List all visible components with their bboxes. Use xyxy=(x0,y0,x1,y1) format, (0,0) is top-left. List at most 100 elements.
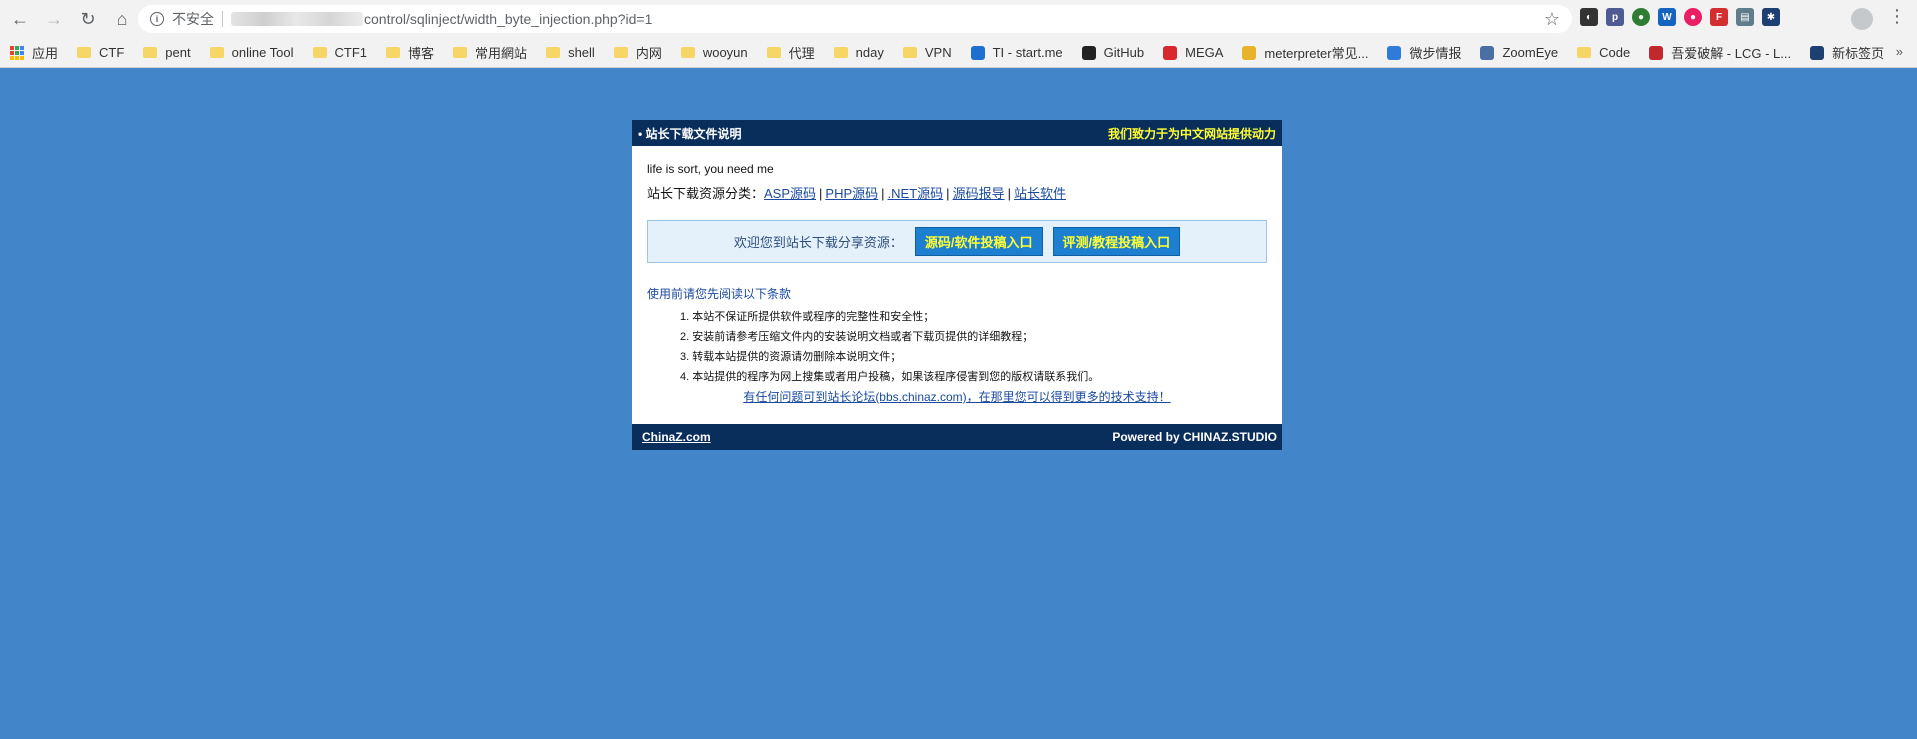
site-favicon-icon xyxy=(1649,45,1664,60)
bookmark-item[interactable]: 内网 xyxy=(613,43,662,62)
bookmark-label: meterpreter常见... xyxy=(1264,46,1369,61)
bookmark-item[interactable]: 吾爱破解 - LCG - L... xyxy=(1649,43,1791,62)
bookmark-item[interactable]: 应用 xyxy=(10,43,58,62)
back-icon[interactable]: ← xyxy=(6,5,34,33)
intro-text: life is sort, you need me xyxy=(647,162,774,176)
bookmark-item[interactable]: VPN xyxy=(902,45,952,60)
url-text[interactable]: control/sqlinject/width_byte_injection.p… xyxy=(364,11,652,27)
bookmark-label: online Tool xyxy=(231,45,294,60)
bookmark-label: 新标签页 xyxy=(1832,46,1885,61)
folder-icon xyxy=(386,47,401,58)
folder-icon xyxy=(546,47,561,58)
forward-icon[interactable]: → xyxy=(40,5,68,33)
bookmark-item[interactable]: 新标签页 xyxy=(1810,43,1884,62)
extension-mask-icon[interactable]: ◐ xyxy=(1580,8,1598,26)
category-link-asp[interactable]: ASP源码 xyxy=(764,186,816,201)
forum-link[interactable]: 有任何问题可到站长论坛(bbs.chinaz.com)，在那里您可以得到更多的技… xyxy=(743,390,1170,404)
reload-icon[interactable]: ↻ xyxy=(74,5,102,33)
submit-source-button[interactable]: 源码/软件投稿入口 xyxy=(914,227,1043,256)
bookmark-item[interactable]: Code xyxy=(1577,45,1630,60)
bookmark-label: 吾爱破解 - LCG - L... xyxy=(1671,46,1792,61)
bookmark-label: 常用網站 xyxy=(475,46,528,61)
extension-star-icon[interactable]: ✱ xyxy=(1762,8,1780,26)
extension-green-icon[interactable]: ● xyxy=(1632,8,1650,26)
address-bar[interactable]: i 不安全 control/sqlinject/width_byte_injec… xyxy=(138,5,1572,33)
bookmark-item[interactable]: CTF1 xyxy=(312,45,367,60)
category-link-software[interactable]: 站长软件 xyxy=(1014,186,1066,201)
site-favicon-icon xyxy=(1081,45,1096,60)
bookmark-item[interactable]: 微步情报 xyxy=(1387,43,1461,62)
site-favicon-icon xyxy=(1163,45,1178,60)
bookmark-item[interactable]: pent xyxy=(143,45,191,60)
site-favicon-icon xyxy=(1810,45,1825,60)
bookmark-item[interactable]: ZoomEye xyxy=(1480,45,1558,60)
browser-toolbar: ← → ↻ ⌂ i 不安全 control/sqlinject/width_by… xyxy=(0,0,1917,38)
panel-body: life is sort, you need me 站长下载资源分类：ASP源码… xyxy=(632,146,1282,405)
bookmark-item[interactable]: MEGA xyxy=(1163,45,1223,60)
panel-footer: ChinaZ.com Powered by CHINAZ.STUDIO xyxy=(632,424,1282,450)
extension-php-icon[interactable]: p xyxy=(1606,8,1624,26)
bookmark-item[interactable]: GitHub xyxy=(1081,45,1145,60)
profile-avatar[interactable] xyxy=(1851,8,1873,30)
bookmark-label: VPN xyxy=(924,45,952,60)
bookmark-item[interactable]: meterpreter常见... xyxy=(1242,43,1368,62)
submit-review-button[interactable]: 评测/教程投稿入口 xyxy=(1052,227,1181,256)
bookmark-item[interactable]: 代理 xyxy=(766,43,815,62)
bookmark-label: 内网 xyxy=(635,46,662,61)
bookmark-item[interactable]: shell xyxy=(546,45,595,60)
folder-icon xyxy=(680,47,695,58)
panel-header: • 站长下载文件说明 我们致力于为中文网站提供动力 xyxy=(632,120,1282,146)
folder-icon xyxy=(1577,47,1592,58)
info-icon[interactable]: i xyxy=(150,12,164,26)
folder-icon xyxy=(77,47,92,58)
bookmark-item[interactable]: 博客 xyxy=(386,43,434,62)
category-link-news[interactable]: 源码报导 xyxy=(953,186,1005,201)
share-text: 欢迎您到站长下载分享资源： xyxy=(733,235,903,250)
category-link-php[interactable]: PHP源码 xyxy=(825,186,878,201)
folder-icon xyxy=(833,47,848,58)
category-line: 站长下载资源分类：ASP源码 | PHP源码 | .NET源码 | 源码报导 | 站长软件 xyxy=(647,183,1267,202)
bookmark-item[interactable]: nday xyxy=(833,45,884,60)
browser-menu-icon[interactable]: ⋮ xyxy=(1888,6,1906,27)
download-notice-panel: • 站长下载文件说明 我们致力于为中文网站提供动力 life is sort, … xyxy=(632,120,1282,450)
folder-icon xyxy=(453,47,468,58)
bookmark-star-icon[interactable]: ☆ xyxy=(1544,9,1560,30)
bookmark-item[interactable]: wooyun xyxy=(680,45,748,60)
folder-icon xyxy=(766,47,781,58)
footer-powered-by: Powered by CHINAZ.STUDIO xyxy=(1112,430,1277,444)
site-favicon-icon xyxy=(970,45,985,60)
bookmark-label: 微步情报 xyxy=(1409,46,1462,61)
bookmark-label: CTF xyxy=(99,45,125,60)
notice-item: 4. 本站提供的程序为网上搜集或者用户投稿，如果该程序侵害到您的版权请联系我们。 xyxy=(680,371,1100,383)
extension-icons: ◐ p ● W ● F ▤ ✱ xyxy=(1580,8,1780,26)
pipe-separator: | xyxy=(881,186,885,201)
category-link-dotnet[interactable]: .NET源码 xyxy=(888,186,944,201)
bookmarks-overflow-icon[interactable]: » xyxy=(1896,44,1903,59)
bookmarks-bar: 应用 CTF pent online Tool CTF1 博客 常用網站 shell 内网 woo… xyxy=(0,38,1917,68)
bookmark-item[interactable]: CTF xyxy=(77,45,124,60)
apps-grid-icon xyxy=(10,45,24,60)
site-favicon-icon xyxy=(1242,45,1257,60)
bookmark-label: pent xyxy=(165,45,191,60)
bookmark-label: TI - start.me xyxy=(992,45,1063,60)
bookmark-item[interactable]: 常用網站 xyxy=(453,43,527,62)
footer-home-link[interactable]: ChinaZ.com xyxy=(642,430,711,444)
bookmark-item[interactable]: online Tool xyxy=(209,45,294,60)
bookmark-label: 博客 xyxy=(408,46,435,61)
bookmark-label: 代理 xyxy=(788,46,815,61)
site-favicon-icon xyxy=(1387,45,1402,60)
folder-icon xyxy=(613,47,628,58)
category-prefix: 站长下载资源分类： xyxy=(647,186,765,201)
extension-doc-icon[interactable]: ▤ xyxy=(1736,8,1754,26)
extension-pink-icon[interactable]: ● xyxy=(1684,8,1702,26)
bookmark-label: 应用 xyxy=(32,46,59,61)
home-icon[interactable]: ⌂ xyxy=(108,5,136,33)
extension-w-icon[interactable]: W xyxy=(1658,8,1676,26)
bookmark-label: GitHub xyxy=(1103,45,1145,60)
folder-icon xyxy=(312,47,327,58)
bookmark-item[interactable]: TI - start.me xyxy=(970,45,1063,60)
bookmark-label: shell xyxy=(568,45,595,60)
redacted-host xyxy=(231,12,363,26)
bookmark-label: MEGA xyxy=(1185,45,1224,60)
extension-fe-icon[interactable]: F xyxy=(1710,8,1728,26)
